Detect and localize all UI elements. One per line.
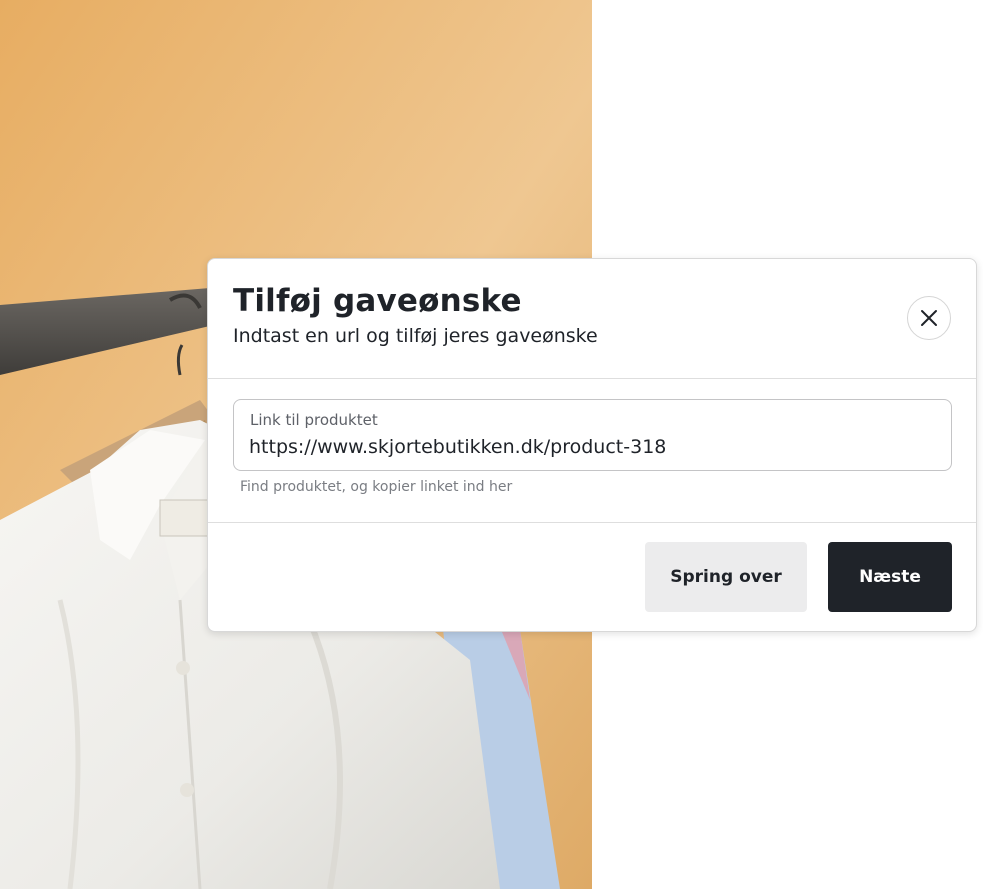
- product-link-helper: Find produktet, og kopier linket ind her: [240, 479, 513, 495]
- product-link-label: Link til produktet: [250, 411, 378, 429]
- footer-divider: [208, 522, 976, 523]
- product-link-input[interactable]: [249, 433, 929, 461]
- close-icon: [921, 310, 937, 326]
- add-wish-dialog: Tilføj gaveønske Indtast en url og tilfø…: [207, 258, 977, 632]
- close-button[interactable]: [907, 296, 951, 340]
- product-link-field[interactable]: Link til produktet: [233, 399, 952, 471]
- dialog-title: Tilføj gaveønske: [233, 283, 522, 319]
- skip-button[interactable]: Spring over: [645, 542, 807, 612]
- next-button[interactable]: Næste: [828, 542, 952, 612]
- dialog-subtitle: Indtast en url og tilføj jeres gaveønske: [233, 325, 598, 347]
- dialog-header: Tilføj gaveønske Indtast en url og tilfø…: [208, 259, 976, 379]
